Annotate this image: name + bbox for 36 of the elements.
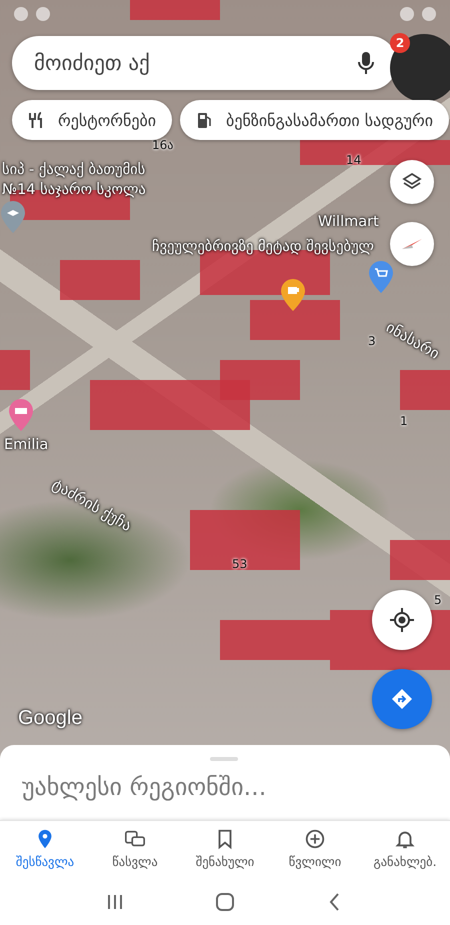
nav-tab[interactable]: წასვლა [90, 821, 180, 879]
directions-icon [390, 687, 414, 711]
building-number: 16ა [152, 138, 174, 152]
nav-tab[interactable]: შესწავლა [0, 821, 90, 879]
compass-button[interactable] [390, 222, 434, 266]
place-label: სიპ - ქალაქ ბათუმის [2, 162, 146, 178]
building-number: 14 [346, 153, 362, 167]
nav-tab[interactable]: წვლილი [270, 821, 360, 879]
search-bar[interactable]: მოიძიეთ აქ [12, 36, 397, 90]
sheet-title: უახლესი რეგიონში... [22, 773, 266, 801]
building-number: 53 [232, 557, 248, 571]
building-number: 3 [368, 334, 376, 348]
map-pin-icon[interactable] [8, 398, 34, 432]
building-number: 1 [400, 414, 408, 428]
map-pin-icon[interactable] [280, 278, 306, 312]
home-icon[interactable] [214, 890, 236, 912]
nav-tab[interactable]: განახლებ. [360, 821, 450, 879]
map-pin-icon[interactable] [0, 200, 26, 234]
place-label: Willmart [318, 214, 379, 230]
my-location-button[interactable] [372, 590, 432, 650]
add-circle-icon [304, 828, 326, 850]
sheet-handle[interactable] [210, 757, 238, 761]
search-field[interactable]: მოიძიეთ აქ [32, 50, 355, 76]
microphone-icon[interactable] [355, 50, 377, 76]
category-chip[interactable]: რესტორნები [12, 100, 172, 140]
crosshair-icon [389, 607, 415, 633]
building-number: 5 [434, 593, 442, 607]
place-label: Emilia [4, 437, 48, 453]
map-credit: Google [18, 707, 82, 730]
nav-tab[interactable]: შენახული [180, 821, 270, 879]
notification-badge: 2 [390, 33, 410, 53]
directions-button[interactable] [372, 669, 432, 729]
map-pin-icon[interactable] [368, 260, 394, 294]
avatar[interactable] [390, 34, 450, 102]
layers-button[interactable] [390, 160, 434, 204]
category-chip[interactable]: ბენზინგასამართი სადგური [180, 100, 450, 140]
